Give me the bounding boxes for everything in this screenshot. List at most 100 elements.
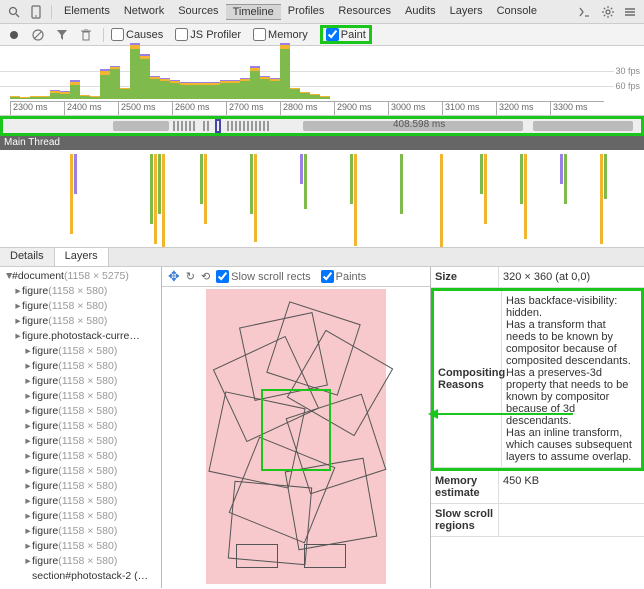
- tab-layers[interactable]: Layers: [55, 248, 109, 266]
- tree-root[interactable]: ▼#document (1158 × 5275): [4, 269, 161, 284]
- tab-resources[interactable]: Resources: [331, 4, 398, 20]
- search-icon[interactable]: [4, 2, 24, 22]
- info-scroll-val: [499, 504, 644, 536]
- fps-bar: [10, 96, 20, 99]
- tree-item[interactable]: ▸figure (1158 × 580): [4, 299, 161, 314]
- annotation-arrow-head: [428, 409, 438, 419]
- pan-icon[interactable]: ✥: [168, 268, 180, 285]
- info-size-key: Size: [431, 267, 499, 287]
- causes-checkbox[interactable]: Causes: [111, 28, 163, 41]
- tab-network[interactable]: Network: [117, 4, 171, 20]
- layer-rect-selected[interactable]: [261, 389, 331, 471]
- tab-elements[interactable]: Elements: [57, 4, 117, 20]
- tab-profiles[interactable]: Profiles: [281, 4, 332, 20]
- tab-audits[interactable]: Audits: [398, 4, 443, 20]
- tree-item[interactable]: ▸figure (1158 × 580): [4, 464, 161, 479]
- flame-event[interactable]: [484, 150, 487, 247]
- tree-item[interactable]: ▸figure (1158 × 580): [4, 509, 161, 524]
- gear-icon[interactable]: [598, 2, 618, 22]
- flame-event[interactable]: [604, 150, 607, 247]
- paints-label: Paints: [336, 271, 367, 283]
- tree-item[interactable]: ▸figure (1158 × 580): [4, 374, 161, 389]
- tree-item[interactable]: ▸figure (1158 × 580): [4, 314, 161, 329]
- ruler-tick: 3100 ms: [442, 102, 496, 115]
- layer-rect[interactable]: [236, 544, 278, 568]
- tree-item[interactable]: ▸figure (1158 × 580): [4, 449, 161, 464]
- tab-sources[interactable]: Sources: [171, 4, 225, 20]
- tree-item[interactable]: ▸figure (1158 × 580): [4, 419, 161, 434]
- flame-event[interactable]: [524, 150, 527, 247]
- time-ruler: 2300 ms2400 ms2500 ms2600 ms2700 ms2800 …: [10, 101, 604, 115]
- compositing-highlight: Compositing Reasons Has backface-visibil…: [431, 288, 644, 471]
- tree-item[interactable]: ▸figure (1158 × 580): [4, 359, 161, 374]
- flame-event[interactable]: [304, 150, 307, 247]
- flame-event[interactable]: [440, 150, 443, 247]
- flame-event[interactable]: [300, 150, 303, 247]
- memory-checkbox[interactable]: Memory: [253, 28, 308, 41]
- flame-event[interactable]: [600, 150, 603, 247]
- layer-tree[interactable]: ▼#document (1158 × 5275)▸figure (1158 × …: [0, 267, 162, 588]
- overview-strip[interactable]: 408.598 ms: [0, 116, 644, 136]
- layer-rect[interactable]: [304, 544, 346, 568]
- layer-canvas[interactable]: [162, 287, 430, 588]
- tree-item-last[interactable]: section#photostack-2 (…: [4, 569, 161, 584]
- flame-event[interactable]: [162, 150, 165, 247]
- flame-chart[interactable]: [0, 150, 644, 248]
- flame-event[interactable]: [158, 150, 161, 247]
- reset-icon[interactable]: ⟲: [201, 270, 210, 283]
- flame-event[interactable]: [354, 150, 357, 247]
- fps-chart[interactable]: 30 fps 60 fps 2300 ms2400 ms2500 ms2600 …: [0, 46, 644, 116]
- tree-item[interactable]: ▸figure (1158 × 580): [4, 284, 161, 299]
- flame-event[interactable]: [520, 150, 523, 247]
- drawer-menu-icon[interactable]: [620, 2, 640, 22]
- flame-event[interactable]: [154, 150, 157, 247]
- paint-checkbox[interactable]: Paint: [326, 28, 366, 41]
- tab-console[interactable]: Console: [490, 4, 544, 20]
- flame-event[interactable]: [254, 150, 257, 247]
- flame-event[interactable]: [250, 150, 253, 247]
- flame-event[interactable]: [480, 150, 483, 247]
- tree-item-photostack[interactable]: ▸figure.photostack-curre…: [4, 329, 161, 344]
- flame-event[interactable]: [200, 150, 203, 247]
- fps-bar: [130, 43, 140, 99]
- overview-selection[interactable]: [215, 119, 221, 133]
- flame-event[interactable]: [204, 150, 207, 247]
- tree-item[interactable]: ▸figure (1158 × 580): [4, 554, 161, 569]
- fps-bar: [50, 90, 60, 99]
- tree-item[interactable]: ▸figure (1158 × 580): [4, 389, 161, 404]
- filter-icon[interactable]: [52, 25, 72, 45]
- tab-layers[interactable]: Layers: [443, 4, 490, 20]
- tree-item[interactable]: ▸figure (1158 × 580): [4, 344, 161, 359]
- fps-bar: [80, 95, 90, 99]
- flame-event[interactable]: [350, 150, 353, 247]
- flame-event[interactable]: [150, 150, 153, 247]
- tree-item[interactable]: ▸figure (1158 × 580): [4, 479, 161, 494]
- tab-details[interactable]: Details: [0, 248, 55, 266]
- fps-bar: [110, 66, 120, 99]
- slow-rects-checkbox[interactable]: Slow scroll rects: [216, 270, 310, 283]
- flame-event[interactable]: [70, 150, 73, 247]
- layer-canvas-pane: ✥ ↻ ⟲ Slow scroll rects Paints: [162, 267, 430, 588]
- fps-bar: [150, 76, 160, 99]
- layer-info-pane: Size 320 × 360 (at 0,0) Compositing Reas…: [430, 267, 644, 588]
- clear-icon[interactable]: [28, 25, 48, 45]
- flame-event[interactable]: [564, 150, 567, 247]
- tree-item[interactable]: ▸figure (1158 × 580): [4, 434, 161, 449]
- device-icon[interactable]: [26, 2, 46, 22]
- info-memory-row: Memory estimate 450 KB: [431, 471, 644, 504]
- flame-event[interactable]: [74, 150, 77, 247]
- paints-checkbox[interactable]: Paints: [321, 270, 367, 283]
- tree-item[interactable]: ▸figure (1158 × 580): [4, 404, 161, 419]
- tree-item[interactable]: ▸figure (1158 × 580): [4, 539, 161, 554]
- tree-item[interactable]: ▸figure (1158 × 580): [4, 494, 161, 509]
- garbage-icon[interactable]: [76, 25, 96, 45]
- tree-item[interactable]: ▸figure (1158 × 580): [4, 524, 161, 539]
- record-icon[interactable]: [4, 25, 24, 45]
- rotate-icon[interactable]: ↻: [186, 270, 195, 283]
- jsprofiler-checkbox[interactable]: JS Profiler: [175, 28, 241, 41]
- tab-timeline[interactable]: Timeline: [226, 4, 281, 20]
- info-scroll-row: Slow scroll regions: [431, 504, 644, 537]
- console-toggle-icon[interactable]: [576, 2, 596, 22]
- flame-event[interactable]: [400, 150, 403, 247]
- flame-event[interactable]: [560, 150, 563, 247]
